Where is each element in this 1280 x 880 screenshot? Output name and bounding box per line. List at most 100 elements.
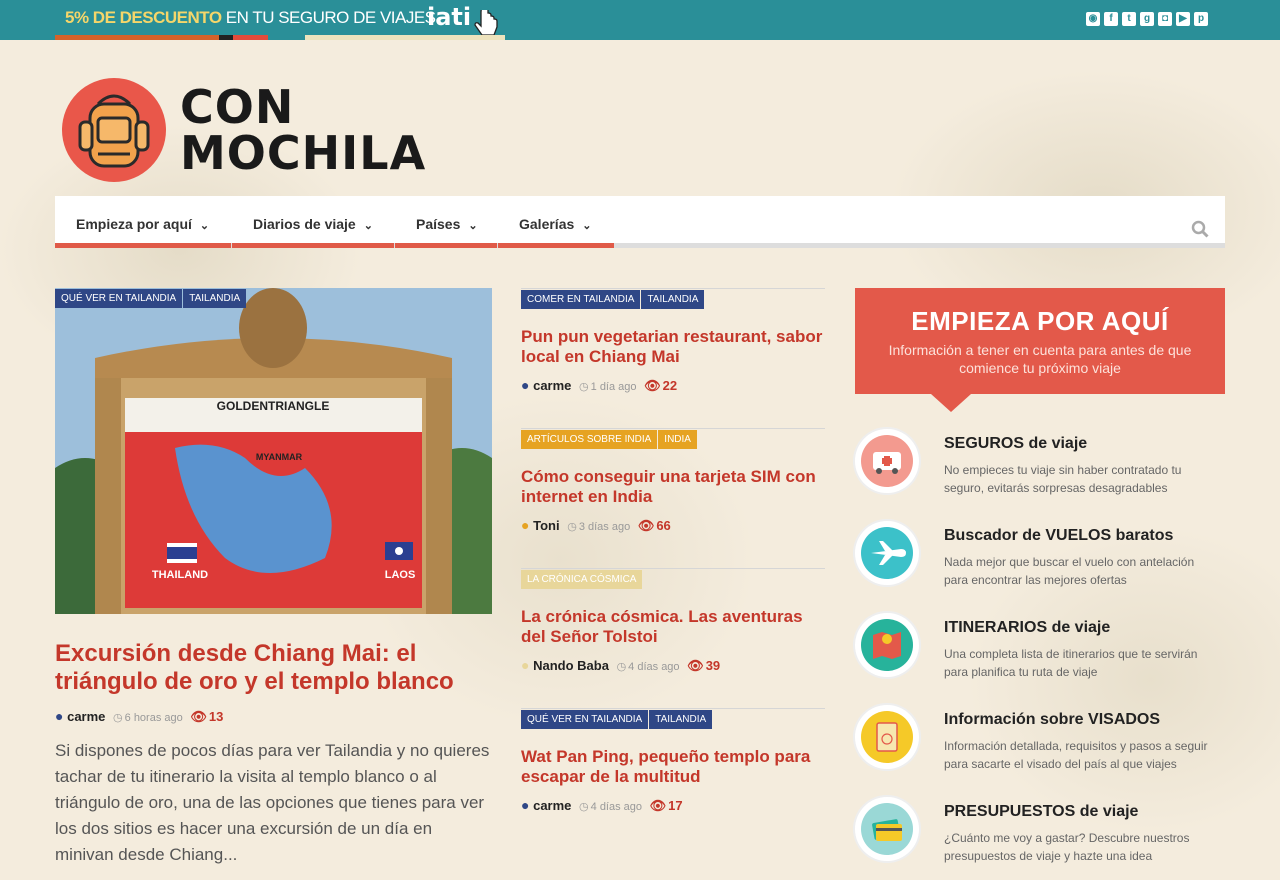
clock-icon: ◷ [567, 521, 577, 533]
airplane-icon [855, 521, 919, 585]
sidebar-header: EMPIEZA POR AQUÍ Información a tener en … [855, 288, 1225, 394]
backpack-logo-icon [62, 78, 166, 182]
passport-icon [855, 705, 919, 769]
category-dot-icon: ● [521, 517, 530, 533]
sign-label-myanmar: MYANMAR [256, 452, 303, 462]
eye-icon: 👁 [637, 518, 655, 533]
featured-title[interactable]: Excursión desde Chiang Mai: el triángulo… [55, 640, 492, 696]
top-bar: 5% DE DESCUENTO EN TU SEGURO DE VIAJES i… [0, 0, 1280, 40]
eye-icon: 👁 [687, 658, 704, 673]
sign-label-thailand: THAILAND [152, 569, 208, 581]
eye-icon: 👁 [190, 709, 207, 724]
sidebar-title: EMPIEZA POR AQUÍ [911, 306, 1169, 336]
main-nav: Empieza por aquí ⌄ Diarios de viaje ⌄ País… [55, 196, 1225, 248]
view-count: 39 [705, 658, 721, 673]
eye-icon: 👁 [644, 378, 661, 393]
article-meta: ● Nando Baba ◷ 4 días ago 👁 39 [521, 657, 720, 674]
sidebar-item-visados[interactable]: Información sobre VISADOS Información de… [855, 705, 1225, 775]
view-count: 22 [662, 378, 678, 393]
site-logo[interactable]: CON MOCHILA [60, 76, 425, 184]
author-link[interactable]: carme [67, 709, 105, 724]
nav-item-empieza[interactable]: Empieza por aquí ⌄ [55, 196, 231, 248]
time-ago: 3 días ago [578, 521, 631, 533]
promo-text: 5% DE DESCUENTO EN TU SEGURO DE VIAJES [65, 8, 436, 27]
clock-icon: ◷ [579, 801, 589, 813]
time-ago: 4 días ago [590, 801, 643, 813]
chevron-down-icon: ⌄ [199, 220, 210, 232]
article-card: COMER EN TAILANDIA TAILANDIA Pun pun vege… [521, 288, 825, 393]
clock-icon: ◷ [616, 661, 627, 673]
rss-icon[interactable]: ◉ [1086, 12, 1100, 26]
sidebar-item-vuelos[interactable]: Buscador de VUELOS baratos Nada mejor qu… [855, 521, 1225, 591]
article-title[interactable]: La crónica cósmica. Las aventuras del Se… [521, 607, 825, 647]
article-meta: ● carme ◷ 1 día ago 👁 22 [521, 377, 677, 394]
article-tags: ARTÍCULOS SOBRE INDIA INDIA [521, 429, 825, 449]
author-link[interactable]: carme [533, 378, 571, 393]
clock-icon: ◷ [579, 381, 589, 393]
promo-strip [55, 35, 505, 40]
author-link[interactable]: Toni [533, 518, 559, 533]
view-count: 13 [208, 709, 224, 724]
time-ago: 4 días ago [628, 661, 680, 673]
tag-link[interactable]: TAILANDIA [641, 290, 705, 309]
promo-banner[interactable]: 5% DE DESCUENTO EN TU SEGURO DE VIAJES i… [55, 0, 505, 40]
promo-brand: iati [427, 3, 472, 31]
sidebar-arrow [931, 394, 971, 412]
tag-link[interactable]: TAILANDIA [183, 289, 247, 308]
sign-label-laos: LAOS [385, 569, 416, 581]
map-icon [855, 613, 919, 677]
category-dot-icon: ● [521, 657, 530, 673]
sign-caption: GOLDENTRIANGLE [217, 399, 330, 413]
facebook-icon[interactable]: f [1104, 12, 1118, 26]
author-link[interactable]: Nando Baba [533, 658, 609, 673]
article-tags: LA CRÓNICA CÓSMICA [521, 569, 825, 589]
article-title[interactable]: Pun pun vegetarian restaurant, sabor loc… [521, 327, 825, 367]
tag-link[interactable]: ARTÍCULOS SOBRE INDIA [521, 430, 658, 449]
featured-tags: QUÉ VER EN TAILANDIA TAILANDIA [55, 288, 247, 308]
category-dot-icon: ● [55, 708, 64, 724]
pinterest-icon[interactable]: p [1194, 12, 1208, 26]
sidebar-item-itinerarios[interactable]: ITINERARIOS de viaje Una completa lista … [855, 613, 1225, 683]
logo-text: CON MOCHILA [180, 80, 427, 180]
golden-triangle-sign-image: GOLDENTRIANGLE MYANMAR THAILAND LAOS [55, 288, 492, 614]
category-dot-icon: ● [521, 377, 530, 393]
tag-link[interactable]: QUÉ VER EN TAILANDIA [521, 710, 649, 729]
featured-excerpt: Si dispones de pocos días para ver Taila… [55, 741, 490, 864]
article-title[interactable]: Wat Pan Ping, pequeño templo para escapa… [521, 747, 825, 787]
tag-link[interactable]: QUÉ VER EN TAILANDIA [55, 289, 183, 308]
article-meta: ● carme ◷ 4 días ago 👁 17 [521, 797, 683, 814]
nav-item-diarios[interactable]: Diarios de viaje ⌄ [232, 196, 394, 248]
twitter-icon[interactable]: t [1122, 12, 1136, 26]
nav-item-paises[interactable]: Países ⌄ [395, 196, 497, 248]
time-ago: 1 día ago [590, 381, 637, 393]
ambulance-icon [855, 429, 919, 493]
nav-item-galerias[interactable]: Galerías ⌄ [498, 196, 614, 248]
credit-card-icon [855, 797, 919, 861]
article-card: QUÉ VER EN TAILANDIA TAILANDIA Wat Pan Pi… [521, 708, 825, 813]
article-tags: QUÉ VER EN TAILANDIA TAILANDIA [521, 709, 825, 729]
tag-link[interactable]: LA CRÓNICA CÓSMICA [521, 570, 643, 589]
chevron-down-icon: ⌄ [363, 220, 373, 232]
google-plus-icon[interactable]: g [1140, 12, 1154, 26]
tag-link[interactable]: INDIA [658, 430, 697, 449]
view-count: 66 [656, 518, 671, 533]
eye-icon: 👁 [649, 798, 667, 813]
sidebar-item-seguros[interactable]: SEGUROS de viaje No empieces tu viaje si… [855, 429, 1225, 499]
featured-image[interactable]: GOLDENTRIANGLE MYANMAR THAILAND LAOS QUÉ… [55, 288, 492, 614]
tag-link[interactable]: TAILANDIA [649, 710, 713, 729]
author-link[interactable]: carme [533, 798, 571, 813]
instagram-icon[interactable]: ◘ [1158, 12, 1172, 26]
clock-icon: ◷ [113, 712, 123, 724]
article-card: LA CRÓNICA CÓSMICA La crónica cósmica. L… [521, 568, 825, 673]
tag-link[interactable]: COMER EN TAILANDIA [521, 290, 641, 309]
chevron-down-icon: ⌄ [582, 220, 592, 232]
article-meta: ● Toni ◷ 3 días ago 👁 66 [521, 517, 671, 534]
youtube-icon[interactable]: ▶ [1176, 12, 1190, 26]
time-ago: 6 horas ago [124, 712, 183, 724]
search-icon[interactable] [1191, 220, 1209, 238]
view-count: 17 [668, 798, 683, 813]
article-title[interactable]: Cómo conseguir una tarjeta SIM con inter… [521, 467, 825, 507]
sidebar-item-presupuestos[interactable]: PRESUPUESTOS de viaje ¿Cuánto me voy a g… [855, 797, 1225, 867]
article-tags: COMER EN TAILANDIA TAILANDIA [521, 289, 825, 309]
article-card: ARTÍCULOS SOBRE INDIA INDIA Cómo consegui… [521, 428, 825, 533]
